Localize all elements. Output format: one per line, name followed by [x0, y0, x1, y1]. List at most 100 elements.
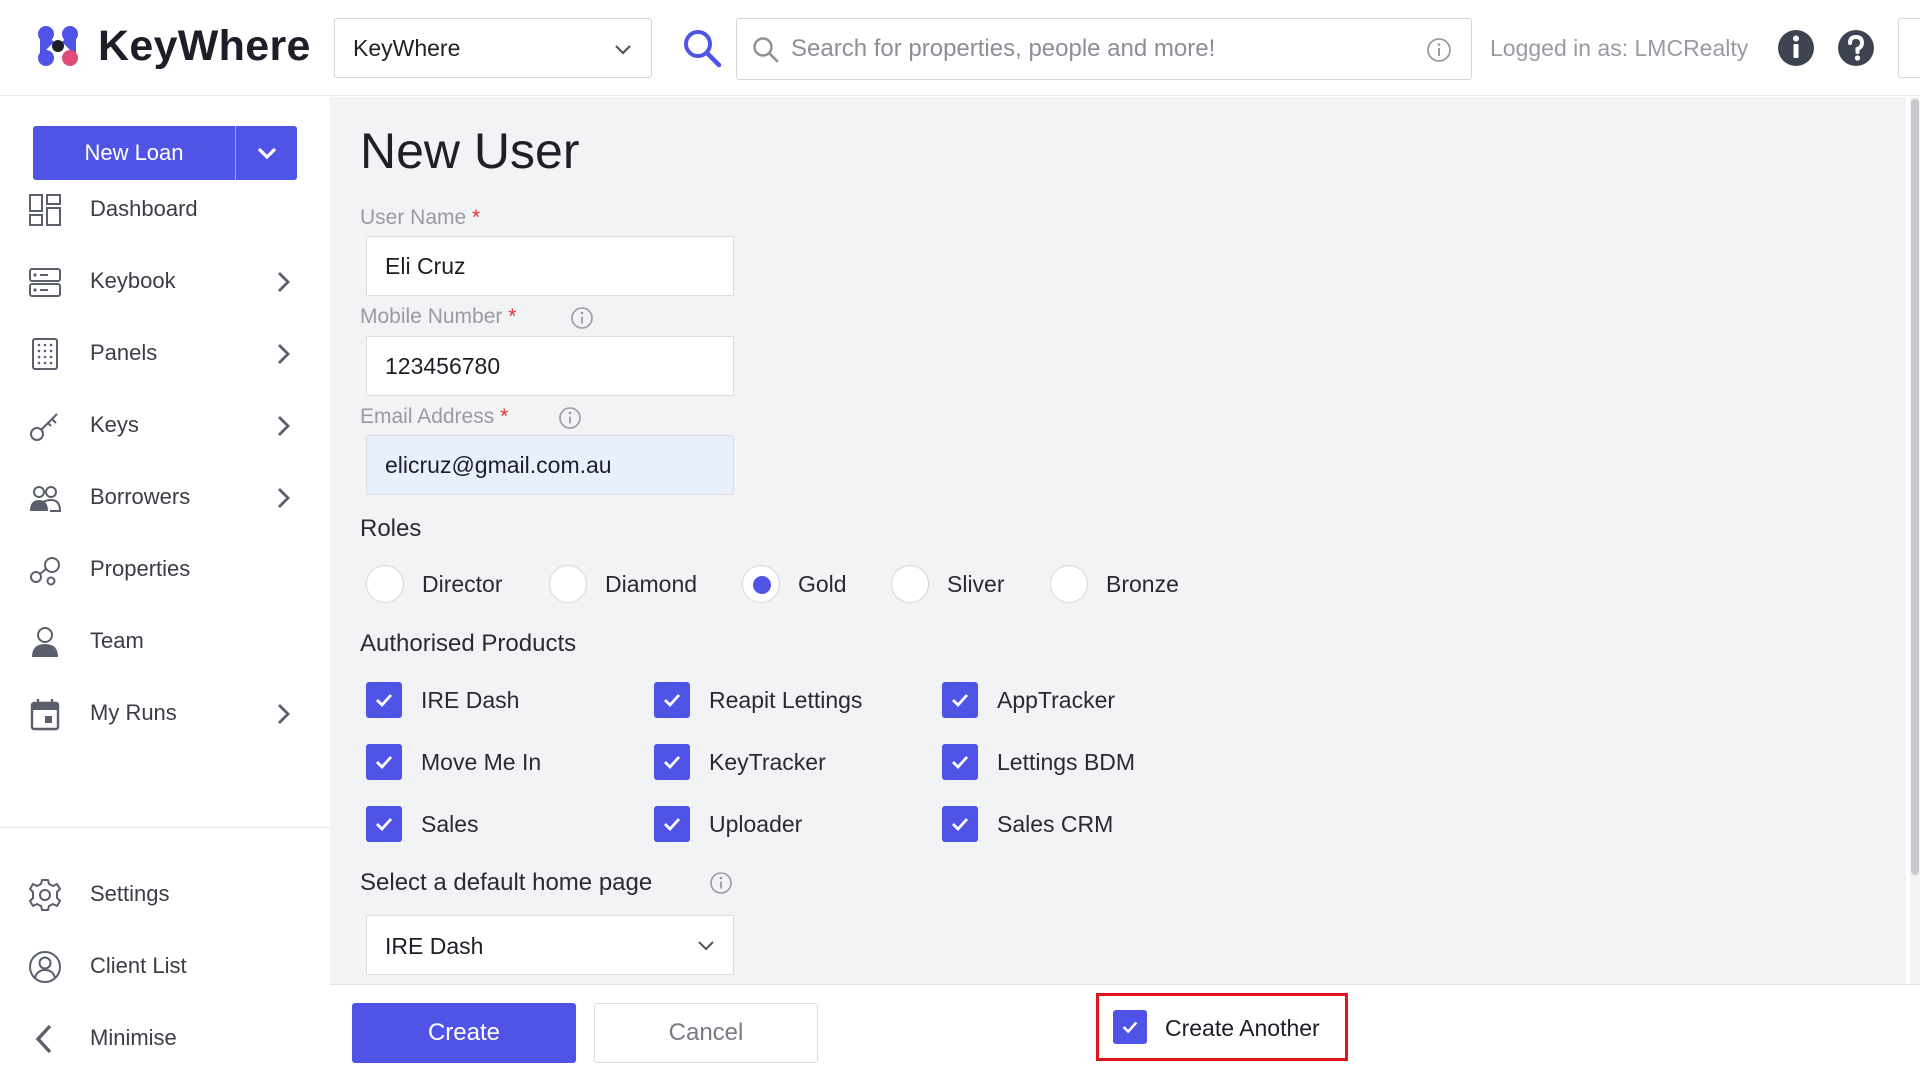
sidebar-item-panels[interactable]: Panels	[0, 322, 330, 382]
checkbox-checked[interactable]	[654, 806, 690, 842]
role-radio-diamond[interactable]: Diamond	[549, 565, 697, 603]
product-checkbox-move-me-in[interactable]: Move Me In	[366, 744, 541, 780]
radio-circle[interactable]	[1050, 565, 1088, 603]
check-icon	[1122, 1021, 1138, 1034]
sidebar-item-label: Borrowers	[90, 484, 191, 509]
gear-icon	[29, 879, 61, 911]
email-address-label-text: Email Address	[360, 405, 495, 428]
home-page-select[interactable]: IRE Dash	[366, 915, 734, 975]
sidebar-item-keybook[interactable]: Keybook	[0, 250, 330, 310]
radio-circle[interactable]	[891, 565, 929, 603]
page-title: New User	[360, 123, 580, 179]
person-icon	[32, 627, 58, 657]
sidebar-item-label: Minimise	[90, 1025, 177, 1050]
radio-circle[interactable]	[366, 565, 404, 603]
sidebar: New Loan Dashboard Keybook Panels Keys B…	[0, 97, 330, 1080]
email-address-input[interactable]	[366, 435, 734, 495]
checkbox-checked[interactable]	[366, 806, 402, 842]
sidebar-item-label: Properties	[90, 556, 191, 581]
checkbox-checked[interactable]	[366, 744, 402, 780]
user-circle-icon	[29, 951, 61, 983]
create-another-label: Create Another	[1165, 1015, 1320, 1041]
sidebar-item-minimise[interactable]: Minimise	[0, 1007, 330, 1067]
scrollbar-thumb[interactable]	[1911, 99, 1919, 875]
chevron-left-icon	[35, 1024, 52, 1054]
sidebar-item-label: Client List	[90, 953, 187, 978]
required-mark: *	[500, 405, 509, 428]
radio-circle-selected[interactable]	[742, 565, 780, 603]
product-label: KeyTracker	[709, 748, 826, 775]
mobile-number-label: Mobile Number *	[360, 305, 600, 329]
sidebar-item-settings[interactable]: Settings	[0, 863, 330, 923]
user-name-input[interactable]	[366, 236, 734, 296]
cancel-button[interactable]: Cancel	[594, 1003, 818, 1063]
sidebar-item-label: Dashboard	[90, 196, 198, 221]
global-search	[736, 18, 1472, 80]
product-checkbox-ire-dash[interactable]: IRE Dash	[366, 682, 519, 718]
check-icon	[664, 818, 681, 832]
chevron-right-icon	[278, 344, 290, 364]
product-checkbox-uploader[interactable]: Uploader	[654, 806, 802, 842]
product-checkbox-apptracker[interactable]: AppTracker	[942, 682, 1115, 718]
key-icon	[30, 413, 58, 441]
info-circle-icon[interactable]	[1425, 36, 1453, 64]
product-checkbox-keytracker[interactable]: KeyTracker	[654, 744, 826, 780]
home-page-label-text: Select a default home page	[360, 869, 653, 896]
info-icon[interactable]	[1776, 28, 1816, 68]
sidebar-item-keys[interactable]: Keys	[0, 394, 330, 454]
account-menu-edge[interactable]	[1898, 18, 1920, 78]
checkbox-checked[interactable]	[942, 806, 978, 842]
radio-circle[interactable]	[549, 565, 587, 603]
sidebar-item-borrowers[interactable]: Borrowers	[0, 466, 330, 526]
home-page-label: Select a default home page	[360, 869, 760, 897]
checkbox-checked[interactable]	[942, 682, 978, 718]
sidebar-item-properties[interactable]: Properties	[0, 538, 330, 598]
checkbox-checked[interactable]	[1113, 1010, 1147, 1044]
app-logo[interactable]: KeyWhere	[32, 20, 311, 72]
mobile-number-input[interactable]	[366, 336, 734, 396]
role-radio-director[interactable]: Director	[366, 565, 503, 603]
product-checkbox-reapit-lettings[interactable]: Reapit Lettings	[654, 682, 862, 718]
product-checkbox-lettings-bdm[interactable]: Lettings BDM	[942, 744, 1135, 780]
info-circle-icon[interactable]	[709, 871, 733, 895]
check-icon	[952, 694, 969, 708]
checkbox-checked[interactable]	[942, 744, 978, 780]
checkbox-checked[interactable]	[366, 682, 402, 718]
organisation-select[interactable]: KeyWhere	[334, 18, 652, 78]
role-radio-bronze[interactable]: Bronze	[1050, 565, 1179, 603]
new-loan-dropdown-button[interactable]	[236, 126, 297, 180]
check-icon	[664, 694, 681, 708]
help-icon[interactable]	[1836, 28, 1876, 68]
role-radio-gold[interactable]: Gold	[742, 565, 847, 603]
mobile-number-label-text: Mobile Number	[360, 305, 503, 328]
create-another-checkbox[interactable]: Create Another	[1096, 993, 1348, 1061]
product-checkbox-sales[interactable]: Sales	[366, 806, 479, 842]
chevron-down-icon	[615, 45, 631, 55]
new-loan-button[interactable]: New Loan	[33, 126, 297, 180]
checkbox-checked[interactable]	[654, 682, 690, 718]
role-radio-sliver[interactable]: Sliver	[891, 565, 1005, 603]
new-loan-label[interactable]: New Loan	[33, 126, 236, 180]
sidebar-item-client-list[interactable]: Client List	[0, 935, 330, 995]
info-circle-icon[interactable]	[570, 306, 594, 330]
product-checkbox-sales-crm[interactable]: Sales CRM	[942, 806, 1113, 842]
info-circle-icon[interactable]	[558, 406, 582, 430]
sidebar-item-my-runs[interactable]: My Runs	[0, 682, 330, 742]
email-address-label: Email Address *	[360, 405, 600, 429]
sidebar-item-dashboard[interactable]: Dashboard	[0, 178, 330, 238]
chevron-down-icon	[698, 941, 714, 951]
sidebar-item-label: Keys	[90, 412, 139, 437]
sidebar-item-team[interactable]: Team	[0, 610, 330, 670]
chevron-right-icon	[278, 704, 290, 724]
check-icon	[664, 756, 681, 770]
scrollbar[interactable]	[1910, 97, 1920, 984]
properties-icon	[30, 557, 60, 586]
required-mark: *	[508, 305, 517, 328]
create-button[interactable]: Create	[352, 1003, 576, 1063]
check-icon	[952, 818, 969, 832]
checkbox-checked[interactable]	[654, 744, 690, 780]
calendar-icon	[30, 699, 60, 731]
keybook-icon	[29, 268, 61, 297]
search-input[interactable]	[791, 29, 1391, 69]
search-icon[interactable]	[680, 26, 724, 70]
